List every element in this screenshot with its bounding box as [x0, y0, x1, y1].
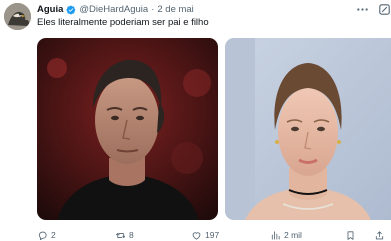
repost-icon	[115, 232, 126, 238]
tweet[interactable]: Aguia @DieHardAguia · 2 de mai Eles lite…	[0, 0, 391, 241]
reply-icon	[38, 231, 47, 240]
tweet-header: Aguia @DieHardAguia · 2 de mai	[37, 4, 194, 15]
share-icon	[375, 230, 384, 239]
like-count: 197	[205, 230, 220, 240]
bookmark-button[interactable]	[345, 229, 356, 241]
repost-button[interactable]: 8	[115, 229, 134, 241]
author-display-name[interactable]: Aguia	[37, 4, 63, 15]
views-button[interactable]: 2 mil	[270, 229, 302, 241]
tweet-text: Eles literalmente poderiam ser pai e fil…	[37, 17, 209, 28]
post-date[interactable]: 2 de mai	[157, 4, 193, 15]
author-avatar[interactable]	[4, 3, 31, 30]
share-button[interactable]	[374, 229, 385, 241]
reply-button[interactable]: 2	[37, 229, 56, 241]
heart-icon	[192, 231, 201, 240]
media-photo-left[interactable]	[37, 38, 218, 220]
like-button[interactable]: 197	[191, 229, 219, 241]
bookmark-icon	[347, 230, 354, 240]
views-count: 2 mil	[284, 230, 302, 240]
verified-badge-icon[interactable]	[66, 5, 76, 15]
action-bar: 2 8 197 2 mil	[37, 229, 391, 241]
repost-count: 8	[129, 230, 134, 240]
author-handle[interactable]: @DieHardAguia	[79, 4, 148, 15]
more-options-icon[interactable]	[354, 2, 370, 16]
media-photo-right[interactable]	[225, 38, 391, 220]
header-separator: ·	[151, 4, 155, 15]
views-icon	[271, 230, 280, 240]
grok-icon[interactable]	[377, 2, 391, 16]
reply-count: 2	[51, 230, 56, 240]
